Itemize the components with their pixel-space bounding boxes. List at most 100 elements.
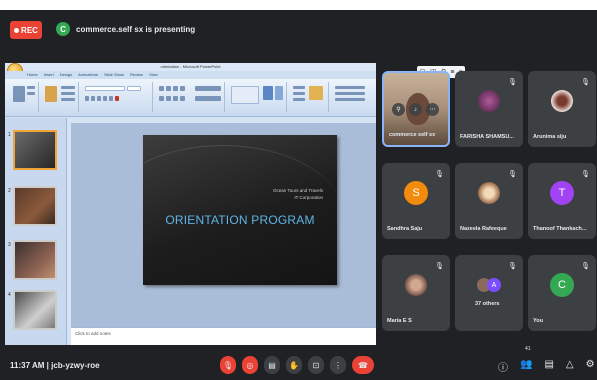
slide-canvas: Ocean Tours and Travels IT Corporation O…	[71, 123, 376, 327]
end-call-button[interactable]: ☎	[352, 356, 374, 374]
mute-tile-icon[interactable]: ♪	[409, 103, 422, 116]
ribbon-tab: Animations	[78, 72, 98, 77]
thumbnail-number: 4	[8, 292, 11, 298]
participant-name: You	[533, 318, 543, 324]
participant-tile[interactable]: 🎙 S Sandhra Saju	[382, 163, 450, 239]
thumbnail-number: 1	[8, 132, 11, 138]
others-count: 37 others	[475, 301, 500, 307]
participant-tile[interactable]: 🎙 Arunima siju	[528, 71, 596, 147]
avatar-stack-initial: A	[487, 278, 501, 292]
mic-off-icon: 🎙	[581, 79, 590, 86]
camera-toggle-button[interactable]: ◎	[242, 356, 258, 374]
ppt-window-title: orientation - Microsoft PowerPoint	[5, 63, 376, 71]
ribbon-group-font	[81, 82, 153, 112]
more-options-button[interactable]: ⋮	[330, 356, 346, 374]
participant-name: commerce self sx	[389, 132, 436, 138]
top-bar: REC C commerce.self sx is presenting	[0, 10, 597, 40]
participant-tile-presenter[interactable]: ⚲ ♪ ⋯ commerce self sx	[382, 71, 450, 147]
mic-off-icon: 🎙	[508, 79, 517, 86]
participant-name: Maria E S	[387, 318, 412, 324]
participant-name: Arunima siju	[533, 134, 567, 140]
participant-tile-self[interactable]: 🎙 C You	[528, 255, 596, 331]
slide-subtitle: Ocean Tours and Travels IT Corporation	[273, 187, 323, 201]
shared-screen[interactable]: orientation - Microsoft PowerPoint Home …	[5, 63, 376, 345]
slide-thumbnail-1[interactable]: 1	[8, 130, 57, 170]
slide-subtitle-line-2: IT Corporation	[294, 195, 323, 200]
ribbon-group-editing	[331, 82, 371, 112]
avatar: C	[550, 273, 574, 298]
participant-name: Thanoof Thankach...	[533, 226, 587, 232]
ribbon-tab: Insert	[43, 72, 54, 77]
raise-hand-button[interactable]: ✋	[286, 356, 302, 374]
chat-icon[interactable]: ▤	[544, 359, 553, 374]
mic-toggle-button[interactable]: 🎙	[220, 356, 236, 374]
info-icon[interactable]: ⓘ	[498, 359, 508, 374]
participant-tile[interactable]: 🎙 FARISHA SHAMSU...	[455, 71, 523, 147]
notes-pane[interactable]: Click to add notes	[71, 327, 376, 345]
slide-subtitle-line-1: Ocean Tours and Travels	[273, 188, 323, 193]
ribbon-group-paragraph	[155, 82, 225, 112]
present-button[interactable]: ⊡	[308, 356, 324, 374]
meet-window: REC C commerce.self sx is presenting ori…	[0, 10, 597, 380]
meeting-info: 11:37 AM | jcb-yzwy-roe	[10, 361, 100, 370]
ribbon-group-arrange	[289, 82, 329, 112]
mic-off-icon: 🎙	[508, 263, 517, 270]
captions-button[interactable]: ▤	[264, 356, 280, 374]
ribbon-tab: Review	[129, 72, 144, 77]
recording-badge: REC	[10, 21, 42, 39]
avatar	[478, 90, 500, 113]
mic-off-icon: 🎙	[435, 263, 444, 270]
ribbon-tab: Design	[59, 72, 73, 77]
slide-title: ORIENTATION PROGRAM	[165, 213, 315, 227]
bottom-bar: 11:37 AM | jcb-yzwy-roe 🎙 ◎ ▤ ✋ ⊡ ⋮ ☎ ⓘ …	[0, 351, 597, 380]
avatar	[405, 274, 427, 297]
presenting-banner: C commerce.self sx is presenting	[56, 22, 195, 36]
presenter-avatar: C	[56, 22, 70, 36]
ribbon-tab: Home	[27, 72, 38, 77]
avatar: T	[550, 181, 574, 206]
side-controls: ⓘ 👥 ▤ △ ⚙	[498, 359, 595, 374]
ribbon-tab: Slide Show	[103, 72, 124, 77]
current-slide: Ocean Tours and Travels IT Corporation O…	[143, 135, 337, 285]
ppt-ribbon-tabs: Home Insert Design Animations Slide Show…	[5, 71, 376, 79]
participant-name: FARISHA SHAMSU...	[460, 134, 514, 140]
slide-thumbnail-2[interactable]: 2	[8, 186, 57, 226]
pin-tile-icon[interactable]: ⚲	[392, 103, 405, 116]
participant-tile-others[interactable]: 🎙 A 37 others	[455, 255, 523, 331]
separator: |	[46, 361, 49, 370]
mic-off-icon: 🎙	[435, 171, 444, 178]
avatar	[478, 182, 500, 205]
slide-thumbnail-3[interactable]: 3	[8, 240, 57, 280]
participant-tile[interactable]: 🎙 T Thanoof Thankach...	[528, 163, 596, 239]
avatar	[551, 90, 573, 113]
clock-time: 11:37 AM	[10, 361, 45, 370]
ribbon-group-drawing	[227, 82, 287, 112]
participant-count-badge: 41	[525, 346, 531, 352]
more-tile-icon[interactable]: ⋯	[426, 103, 439, 116]
mic-off-icon: 🎙	[581, 171, 590, 178]
participant-name: Nazeela Rafeeque	[460, 226, 507, 232]
mic-off-icon: 🎙	[508, 171, 517, 178]
rec-label: REC	[21, 25, 38, 35]
people-icon[interactable]: 👥	[520, 359, 532, 374]
activities-icon[interactable]: △	[566, 359, 574, 374]
mic-off-icon: 🎙	[581, 263, 590, 270]
participant-tile[interactable]: 🎙 Maria E S	[382, 255, 450, 331]
menu-icon[interactable]: ≡	[450, 69, 454, 76]
ribbon-group-clipboard	[9, 82, 39, 112]
record-dot-icon	[14, 27, 20, 33]
tile-hover-controls: ⚲ ♪ ⋯	[392, 103, 439, 116]
participant-tile[interactable]: 🎙 Nazeela Rafeeque	[455, 163, 523, 239]
thumbnail-number: 2	[8, 188, 11, 194]
presenter-text: commerce.self sx is presenting	[76, 24, 196, 34]
ribbon-tab: View	[149, 72, 158, 77]
avatar: S	[404, 181, 428, 206]
slide-thumbnails-panel: 1 2 3 4	[5, 118, 67, 345]
meeting-code: jcb-yzwy-roe	[51, 361, 100, 370]
ppt-ribbon	[5, 79, 376, 117]
host-controls-icon[interactable]: ⚙	[586, 359, 595, 374]
ribbon-group-slides	[41, 82, 79, 112]
thumbnail-number: 3	[8, 242, 11, 248]
participant-name: Sandhra Saju	[387, 226, 423, 232]
slide-thumbnail-4[interactable]: 4	[8, 290, 57, 330]
